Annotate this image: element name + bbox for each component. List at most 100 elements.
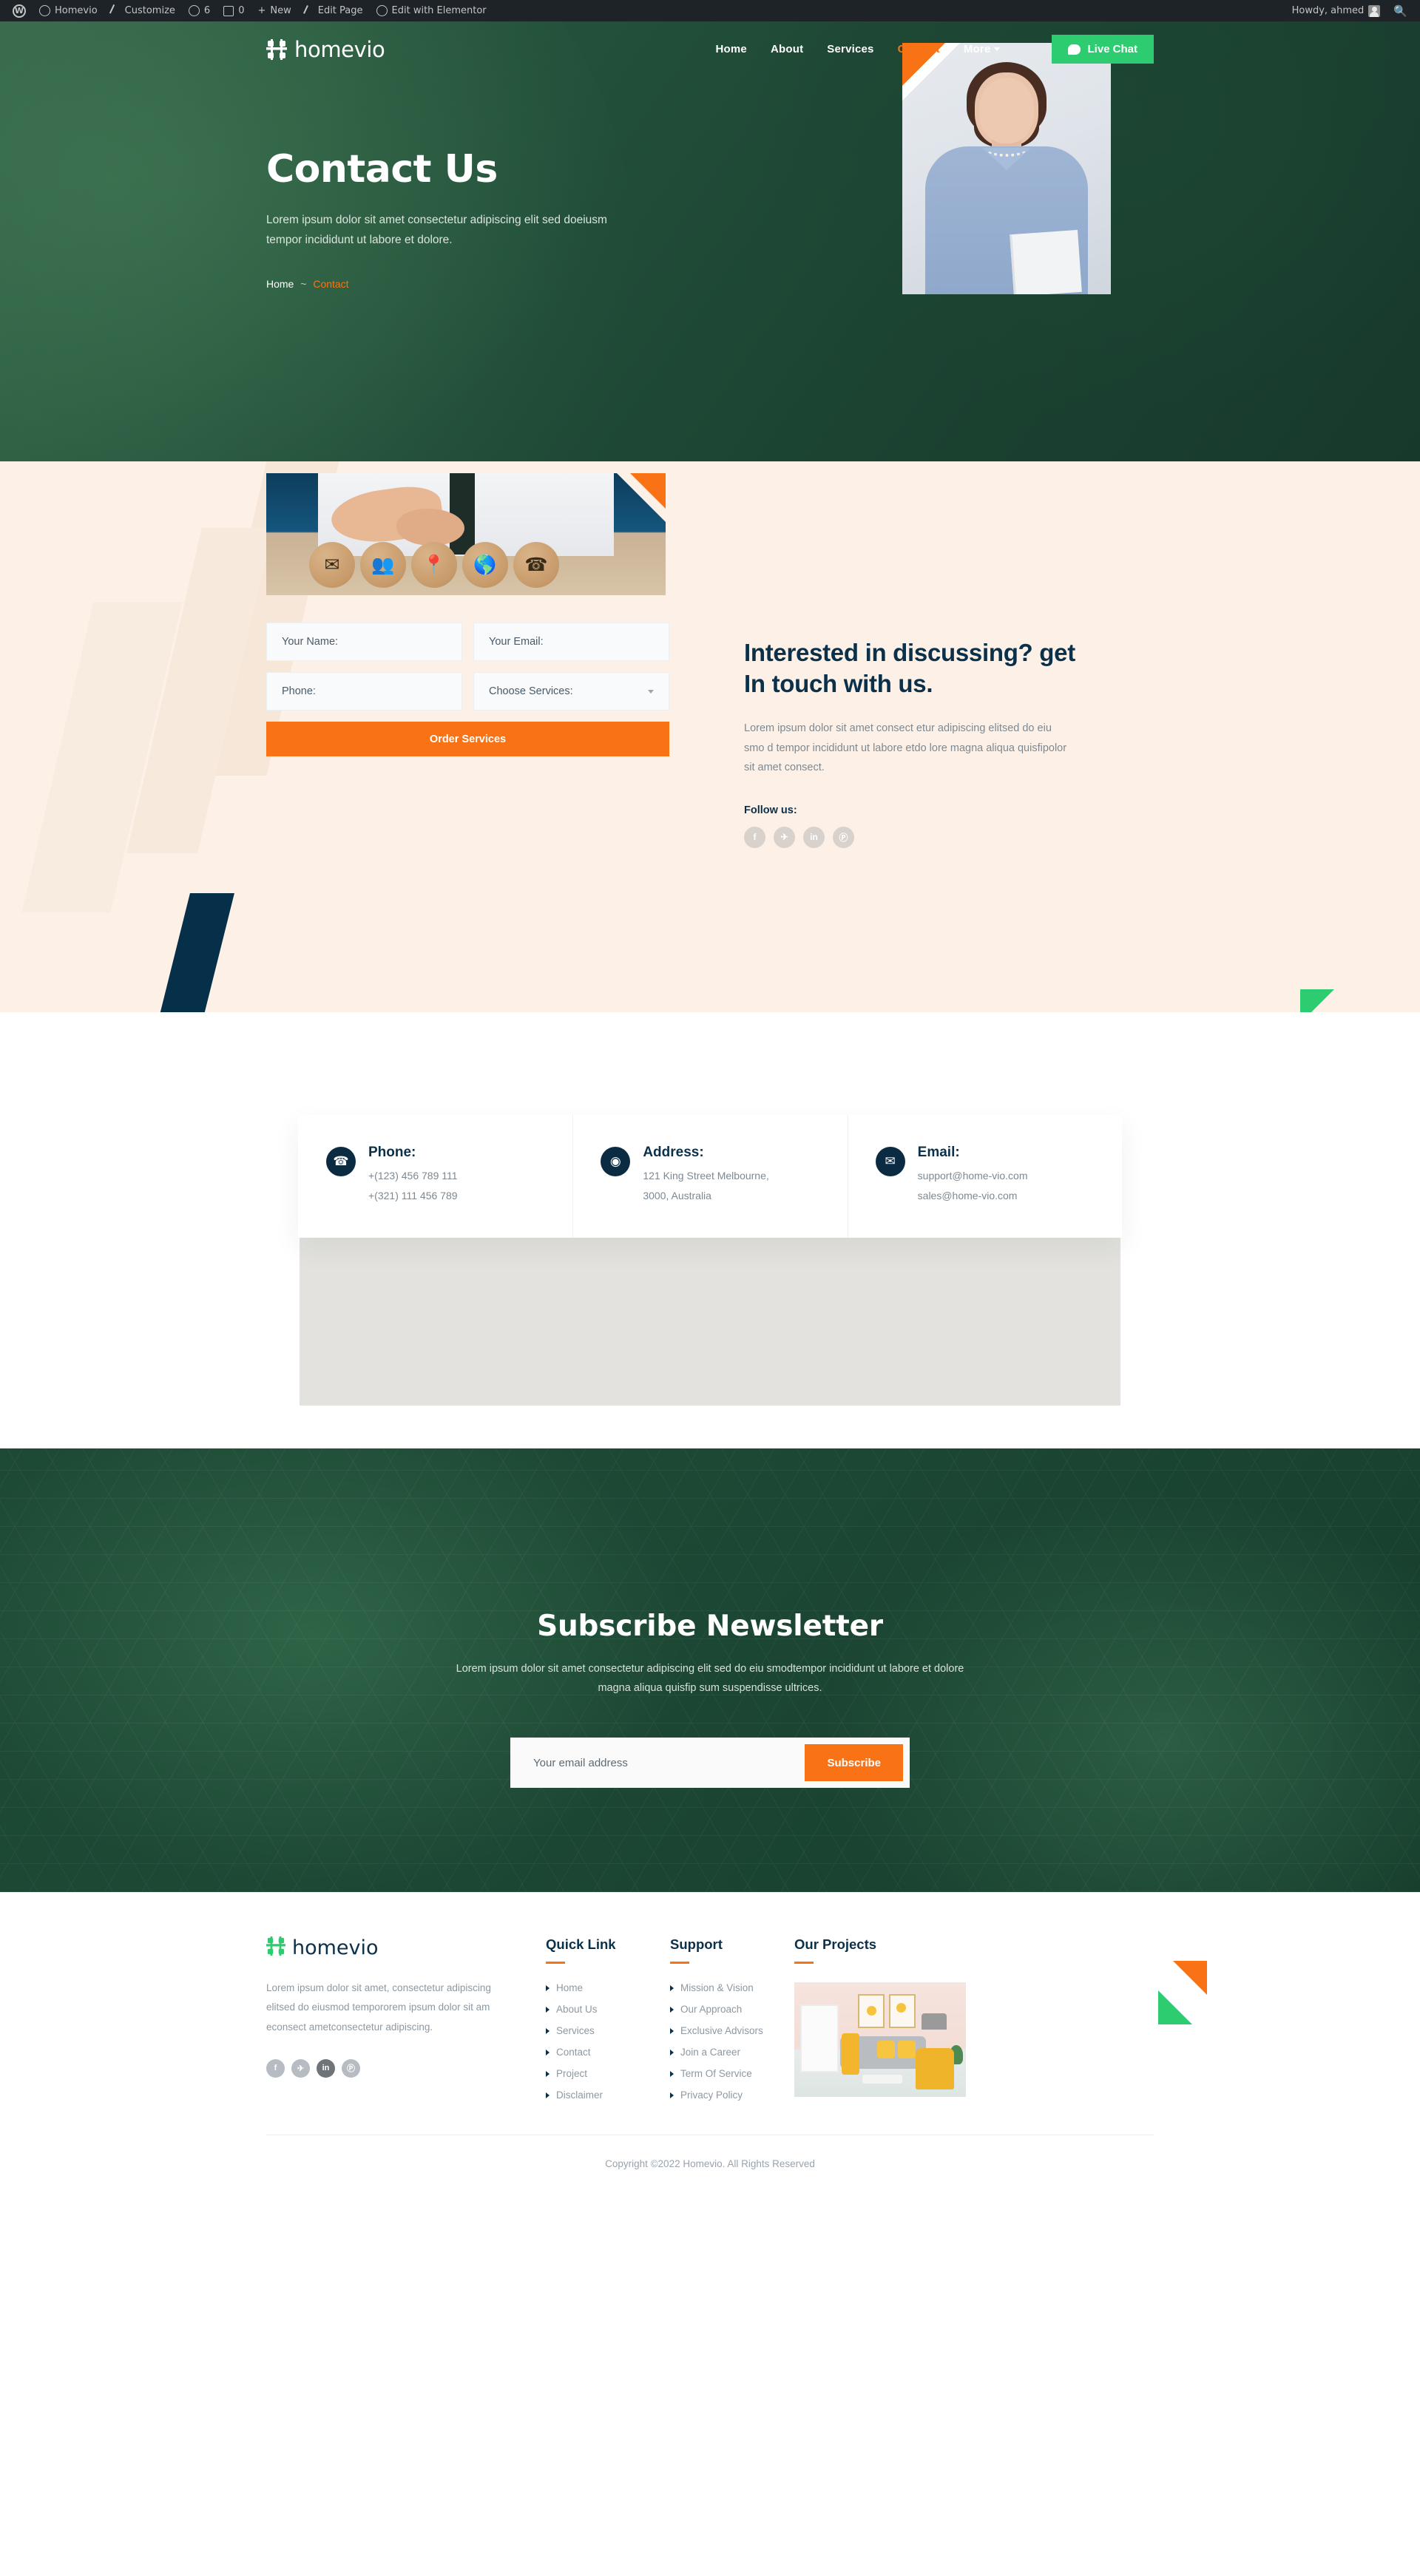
map-marker-icon: ◉: [601, 1147, 631, 1176]
project-thumbnail[interactable]: [794, 1982, 966, 2097]
arrow-right-icon: [546, 2006, 550, 2013]
footer-link-label: Exclusive Advisors: [680, 2025, 763, 2036]
newsletter-email-input[interactable]: Your email address: [517, 1757, 805, 1769]
arrow-right-icon: [670, 2092, 674, 2098]
phone-icon: ☎: [513, 542, 559, 588]
copyright-text: Copyright ©2022 Homevio. All Rights Rese…: [605, 2158, 815, 2169]
card-line-1: support@home-vio.com: [917, 1170, 1028, 1182]
wp-logo-menu[interactable]: W: [6, 0, 33, 21]
footer-link-item[interactable]: Join a Career: [670, 2047, 794, 2058]
homevio-logo-icon: [266, 38, 287, 60]
breadcrumb-home[interactable]: Home: [266, 278, 294, 290]
image-corner-orange: [630, 473, 666, 509]
arrow-right-icon: [546, 1984, 550, 1991]
nav-item-about[interactable]: About: [771, 43, 803, 55]
hero-subtitle: Lorem ipsum dolor sit amet consectetur a…: [266, 214, 607, 247]
newsletter-form: Your email address Subscribe: [510, 1738, 910, 1789]
services-select-placeholder: Choose Services:: [489, 685, 573, 697]
nav-item-home[interactable]: Home: [715, 43, 746, 55]
main-navigation: homevio Home About Services Contact More…: [266, 21, 1154, 64]
comment-icon: [223, 5, 234, 16]
adminbar-site-name[interactable]: Homevio: [33, 0, 104, 21]
contact-card-address: ◉ Address: 121 King Street Melbourne, 30…: [572, 1115, 847, 1238]
services-select[interactable]: Choose Services:: [473, 672, 669, 711]
pinterest-icon[interactable]: Ⓟ: [342, 2058, 360, 2078]
footer-link-label: Join a Career: [680, 2047, 741, 2058]
footer-link-item[interactable]: Contact: [546, 2047, 670, 2058]
twitter-icon[interactable]: ✈: [774, 826, 795, 848]
footer-column-heading: Our Projects: [794, 1936, 877, 1952]
plus-icon: +: [257, 5, 266, 16]
wp-admin-bar: W Homevio Customize 6 0 + New Edit Page …: [0, 0, 1420, 21]
image-cushion-1: [877, 2041, 895, 2058]
elementor-icon: [376, 5, 388, 16]
dashboard-icon: [39, 5, 50, 16]
card-line-2: sales@home-vio.com: [917, 1190, 1018, 1202]
image-shelf: [800, 2004, 839, 2072]
breadcrumb: Home ~ Contact: [266, 278, 740, 290]
footer-link-label: Contact: [556, 2047, 591, 2058]
email-field[interactable]: Your Email:: [473, 623, 669, 661]
footer-link-item[interactable]: Exclusive Advisors: [670, 2025, 794, 2036]
phone-icon: ☎: [326, 1147, 356, 1176]
footer-link-item[interactable]: Term Of Service: [670, 2068, 794, 2079]
arrow-right-icon: [546, 2027, 550, 2034]
adminbar-search[interactable]: 🔍: [1387, 0, 1414, 21]
search-icon: 🔍: [1393, 4, 1407, 18]
section-paragraph: Lorem ipsum dolor sit amet consect etur …: [744, 722, 1067, 774]
adminbar-comments[interactable]: 0: [217, 0, 251, 21]
adminbar-updates[interactable]: 6: [182, 0, 217, 21]
linkedin-icon[interactable]: in: [317, 2058, 335, 2078]
footer-link-item[interactable]: Disclaimer: [546, 2089, 670, 2101]
nav-item-services[interactable]: Services: [827, 43, 873, 55]
contact-card-email: ✉ Email: support@home-vio.com sales@home…: [847, 1115, 1122, 1238]
follow-us-label: Follow us:: [744, 804, 797, 816]
card-line-2: 3000, Australia: [643, 1190, 711, 1202]
live-chat-button[interactable]: Live Chat: [1052, 35, 1154, 64]
footer-link-item[interactable]: Services: [546, 2025, 670, 2036]
footer-link-item[interactable]: Mission & Vision: [670, 1982, 794, 1993]
arrow-right-icon: [670, 2027, 674, 2034]
footer-logo[interactable]: homevio: [266, 1936, 546, 1959]
footer-link-item[interactable]: About Us: [546, 2004, 670, 2015]
site-logo[interactable]: homevio: [266, 37, 385, 62]
site-name-label: Homevio: [55, 5, 98, 16]
footer-link-label: Home: [556, 1982, 584, 1993]
image-throw: [842, 2033, 859, 2075]
new-label: New: [270, 5, 291, 16]
footer-link-item[interactable]: Home: [546, 1982, 670, 1993]
subscribe-button[interactable]: Subscribe: [805, 1744, 903, 1782]
email-icon: ✉: [875, 1147, 905, 1176]
footer-link-item[interactable]: Privacy Policy: [670, 2089, 794, 2101]
image-hand-fingers: [396, 509, 464, 546]
adminbar-my-account[interactable]: Howdy, ahmed: [1285, 0, 1387, 21]
homevio-logo-icon: [266, 1936, 285, 1959]
phone-field[interactable]: Phone:: [266, 672, 462, 711]
chevron-down-icon: [648, 689, 654, 694]
email-field-placeholder: Your Email:: [489, 636, 544, 648]
adminbar-edit-page[interactable]: Edit Page: [298, 0, 370, 21]
twitter-icon[interactable]: ✈: [291, 2058, 310, 2078]
nav-item-more[interactable]: More: [964, 43, 1001, 55]
facebook-icon[interactable]: f: [266, 2058, 285, 2078]
newsletter-paragraph: Lorem ipsum dolor sit amet consectetur a…: [456, 1663, 964, 1695]
nav-item-contact[interactable]: Contact: [898, 43, 940, 55]
adminbar-customize[interactable]: Customize: [104, 0, 182, 21]
adminbar-new[interactable]: + New: [251, 0, 297, 21]
name-field[interactable]: Your Name:: [266, 623, 462, 661]
facebook-icon[interactable]: f: [744, 826, 765, 848]
footer-description: Lorem ipsum dolor sit amet, consectetur …: [266, 1982, 491, 2033]
avatar: [1368, 4, 1381, 17]
pinterest-icon[interactable]: Ⓟ: [833, 826, 854, 848]
footer-link-item[interactable]: Our Approach: [670, 2004, 794, 2015]
adminbar-edit-elementor[interactable]: Edit with Elementor: [370, 0, 493, 21]
arrow-right-icon: [546, 2092, 550, 2098]
order-services-button[interactable]: Order Services: [266, 722, 669, 756]
card-line-1: 121 King Street Melbourne,: [643, 1170, 769, 1182]
linkedin-icon[interactable]: in: [803, 826, 825, 848]
arrow-right-icon: [546, 2070, 550, 2077]
heading-underline: [794, 1962, 814, 1964]
footer-link-item[interactable]: Project: [546, 2068, 670, 2079]
hero-image: [902, 43, 1111, 294]
footer-link-label: Privacy Policy: [680, 2089, 743, 2101]
